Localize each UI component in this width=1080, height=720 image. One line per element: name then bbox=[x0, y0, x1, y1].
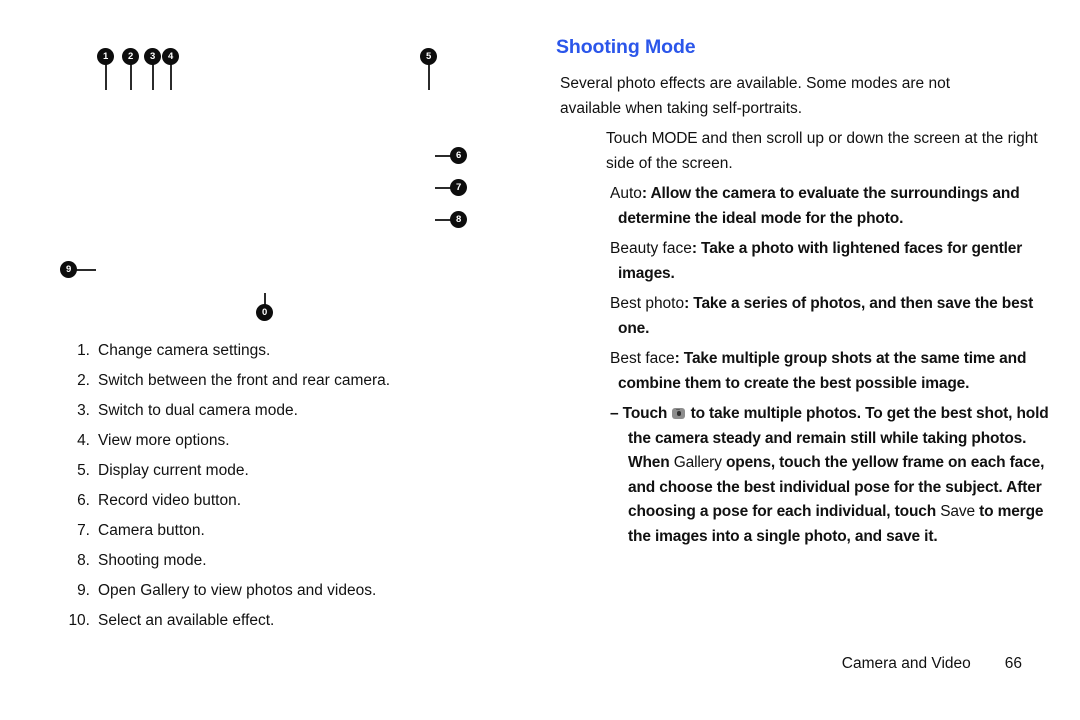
page-title: Shooting Mode bbox=[556, 36, 696, 58]
sub-bullet-text-part1: Touch bbox=[622, 405, 672, 422]
mode-instruction-paragraph: Touch MODE and then scroll up or down th… bbox=[606, 127, 1061, 176]
list-item-number: 2. bbox=[77, 372, 90, 389]
mode-name: Best face bbox=[610, 350, 675, 367]
save-button-name: Save bbox=[940, 503, 975, 520]
list-item-label: View more options. bbox=[98, 432, 230, 449]
list-item: 9. Open Gallery to view photos and video… bbox=[62, 576, 482, 606]
mode-name: Best photo bbox=[610, 295, 685, 312]
list-item-number: 4. bbox=[77, 432, 90, 449]
list-item: 1. Change camera settings. bbox=[62, 336, 482, 366]
list-item-label: Switch to dual camera mode. bbox=[98, 402, 298, 419]
list-item-label: Shooting mode. bbox=[98, 552, 207, 569]
list-item: 2. Switch between the front and rear cam… bbox=[62, 366, 482, 396]
mode-description: Take multiple group shots at the same ti… bbox=[618, 350, 1027, 392]
page-footer: Camera and Video 66 bbox=[556, 655, 1022, 673]
callout-marker-1: 1 bbox=[97, 48, 114, 65]
callout-marker-7: 7 bbox=[450, 179, 467, 196]
mode-entry-best-photo: Best photo: Take a series of photos, and… bbox=[610, 292, 1066, 341]
list-item: 3. Switch to dual camera mode. bbox=[62, 396, 482, 426]
list-item-number: 1. bbox=[77, 342, 90, 359]
camera-icon bbox=[672, 408, 686, 419]
callout-legend-list: 1. Change camera settings. 2. Switch bet… bbox=[62, 336, 482, 636]
callout-marker-2: 2 bbox=[122, 48, 139, 65]
gallery-app-name: Gallery bbox=[673, 454, 722, 471]
callout-leader-3 bbox=[152, 64, 154, 90]
list-item-label: Record video button. bbox=[98, 492, 242, 509]
section-intro-paragraph: Several photo effects are available. Som… bbox=[560, 75, 951, 117]
best-face-sub-bullet: – Touch to take multiple photos. To get … bbox=[610, 402, 1066, 549]
list-item-label: Select an available effect. bbox=[98, 612, 275, 629]
shooting-mode-section: Shooting Mode Several photo effects are … bbox=[556, 36, 1056, 555]
list-item-number: 7. bbox=[77, 522, 90, 539]
callout-leader-5 bbox=[428, 64, 430, 90]
list-item-label: Switch between the front and rear camera… bbox=[98, 372, 391, 389]
callout-leader-1 bbox=[105, 64, 107, 90]
list-item-label: Change camera settings. bbox=[98, 342, 271, 359]
callout-marker-4: 4 bbox=[162, 48, 179, 65]
mode-entry-best-face: Best face: Take multiple group shots at … bbox=[610, 347, 1066, 396]
list-item: 7. Camera button. bbox=[62, 516, 482, 546]
mode-description: Allow the camera to evaluate the surroun… bbox=[618, 185, 1020, 227]
instruction-text-pre: Touch bbox=[606, 130, 652, 147]
footer-page-number: 66 bbox=[1004, 655, 1022, 672]
callout-leader-4 bbox=[170, 64, 172, 90]
callout-marker-10: 0 bbox=[256, 304, 273, 321]
callout-marker-9: 9 bbox=[60, 261, 77, 278]
callout-marker-3: 3 bbox=[144, 48, 161, 65]
list-item-label: Open Gallery to view photos and videos. bbox=[98, 582, 377, 599]
dash-bullet: – bbox=[610, 405, 619, 422]
mode-name: Auto bbox=[610, 185, 642, 202]
mode-keyword: MODE bbox=[651, 130, 698, 147]
callout-leader-9 bbox=[76, 269, 96, 271]
list-item: 10. Select an available effect. bbox=[62, 606, 482, 636]
list-item: 8. Shooting mode. bbox=[62, 546, 482, 576]
list-item-number: 9. bbox=[77, 582, 90, 599]
list-item-label: Display current mode. bbox=[98, 462, 249, 479]
list-item-number: 5. bbox=[77, 462, 90, 479]
mode-name: Beauty face bbox=[610, 240, 692, 257]
list-item-number: 6. bbox=[77, 492, 90, 509]
list-item-number: 10. bbox=[68, 612, 90, 629]
mode-entry-auto: Auto: Allow the camera to evaluate the s… bbox=[610, 182, 1066, 231]
list-item-number: 3. bbox=[77, 402, 90, 419]
list-item: 6. Record video button. bbox=[62, 486, 482, 516]
list-item: 5. Display current mode. bbox=[62, 456, 482, 486]
callout-leader-2 bbox=[130, 64, 132, 90]
list-item-number: 8. bbox=[77, 552, 90, 569]
mode-entry-beauty-face: Beauty face: Take a photo with lightened… bbox=[610, 237, 1066, 286]
callout-marker-8: 8 bbox=[450, 211, 467, 228]
footer-chapter-label: Camera and Video bbox=[841, 655, 971, 672]
list-item-label: Camera button. bbox=[98, 522, 205, 539]
list-item: 4. View more options. bbox=[62, 426, 482, 456]
callout-marker-5: 5 bbox=[420, 48, 437, 65]
callout-marker-6: 6 bbox=[450, 147, 467, 164]
